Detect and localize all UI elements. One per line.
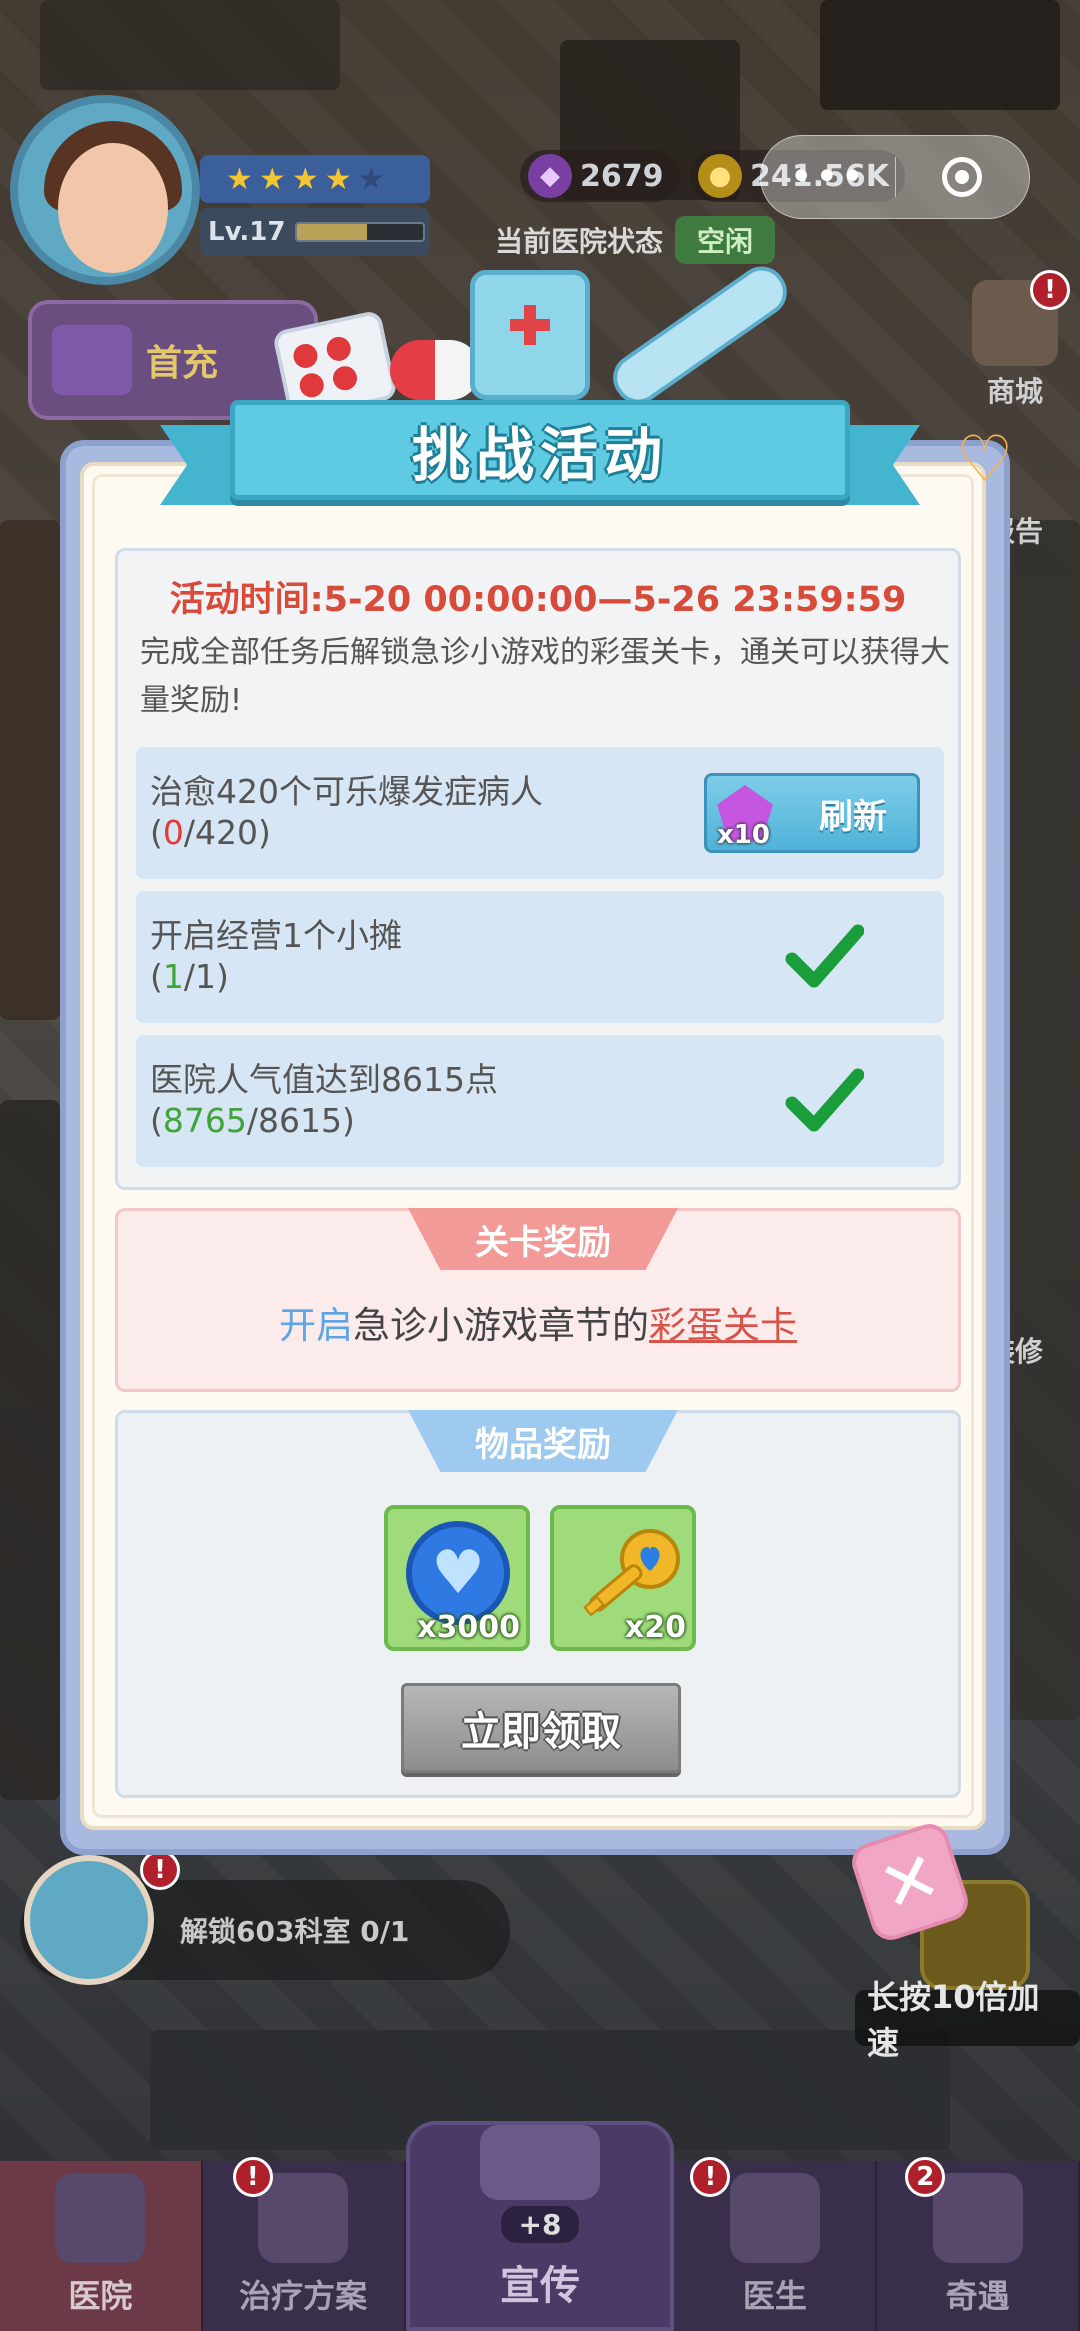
task-row: 治愈420个可乐爆发症病人 (0/420) x10 刷新: [136, 747, 944, 879]
gem-amount: 2679: [580, 158, 664, 194]
nav-treatment-label: 治疗方案: [239, 2277, 368, 2315]
level-progress-bar: [295, 222, 426, 242]
event-time: 活动时间:5-20 00:00:00—5-26 23:59:59: [169, 580, 907, 620]
level-bar: Lv.17: [200, 208, 430, 256]
speed-up-tip: 长按10倍加速: [855, 1978, 1080, 2062]
shop-label: 商城: [986, 375, 1043, 408]
heart-icon: ♡: [956, 423, 1014, 497]
alert-badge-icon: !: [690, 2157, 731, 2197]
easter-egg-stage-link[interactable]: 彩蛋关卡: [649, 1304, 797, 1347]
checkmark-icon: [785, 1068, 864, 1132]
more-options-button[interactable]: •••: [761, 154, 895, 200]
shop-button[interactable]: 商城 !: [960, 270, 1070, 410]
close-miniprogram-button[interactable]: [896, 157, 1030, 197]
target-icon: [942, 157, 983, 197]
star-rating: ★ ★ ★ ★ ★: [200, 155, 430, 203]
reward-item[interactable]: x20: [550, 1505, 696, 1651]
task-progress: (1/1): [150, 957, 229, 996]
building-icon: [932, 2173, 1023, 2263]
doctor-icon: [729, 2173, 820, 2263]
status-badge: 空闲: [675, 216, 776, 264]
reward-qty: x3000: [417, 1610, 520, 1645]
refresh-label: 刷新: [819, 796, 887, 837]
capsule-icon: [390, 340, 480, 400]
star-icon: ★: [258, 161, 286, 197]
syringe-icon: [603, 257, 797, 413]
star-icon: ★: [226, 161, 253, 197]
nav-hospital-label: 医院: [68, 2277, 133, 2315]
title-ribbon: 挑战活动: [230, 400, 850, 500]
nav-promotion[interactable]: +8 宣传: [405, 2121, 675, 2331]
item-reward-title: 物品奖励: [408, 1410, 678, 1472]
hospital-status: 当前医院状态 空闲: [495, 215, 776, 265]
count-badge: 2: [905, 2157, 946, 2197]
coin-icon: ●: [698, 154, 742, 198]
star-icon: ★: [291, 161, 319, 197]
alert-badge-icon: !: [1030, 270, 1070, 310]
claim-now-button[interactable]: 立即领取: [401, 1683, 681, 1773]
gem-counter[interactable]: ◆ 2679: [520, 150, 680, 202]
star-half-icon: ★: [324, 161, 352, 197]
unlock-task-text: 解锁603科室 0/1: [180, 1915, 410, 1948]
stage-reward-text: 开启急诊小游戏章节的彩蛋关卡: [279, 1304, 797, 1347]
hospital-status-label: 当前医院状态: [495, 225, 664, 258]
nurse-avatar: [24, 1855, 154, 1985]
nav-doctor-label: 医生: [742, 2277, 807, 2315]
task-title: 医院人气值达到8615点: [150, 1060, 498, 1099]
stage-reward-title: 关卡奖励: [408, 1208, 678, 1270]
nav-hospital[interactable]: 医院: [0, 2161, 203, 2331]
reward-qty: x20: [624, 1610, 686, 1645]
refresh-cost: x10: [717, 820, 770, 850]
refresh-button[interactable]: x10 刷新: [704, 773, 920, 853]
item-reward-panel: 物品奖励 x3000 x20 立即领取: [115, 1410, 961, 1798]
miniprogram-capsule: •••: [760, 135, 1030, 219]
nav-adventure[interactable]: 2 奇遇: [877, 2157, 1080, 2331]
event-description: 完成全部任务后解锁急诊小游戏的彩蛋关卡，通关可以获得大量奖励!: [140, 635, 950, 718]
task-progress: (0/420): [150, 813, 271, 852]
task-title: 开启经营1个小摊: [150, 916, 402, 955]
alert-badge-icon: !: [232, 2157, 273, 2197]
task-panel: 活动时间:5-20 00:00:00—5-26 23:59:59 完成全部任务后…: [115, 548, 961, 1190]
hospital-icon: [55, 2173, 146, 2263]
checkmark-icon: [785, 924, 864, 988]
promotion-plus: +8: [500, 2206, 580, 2243]
star-empty-icon: ★: [357, 161, 385, 197]
gift-box-icon: [52, 325, 132, 395]
nav-doctor[interactable]: ! 医生: [674, 2157, 878, 2331]
alert-badge-icon: !: [140, 1850, 180, 1890]
dialog-title: 挑战活动: [411, 421, 668, 489]
unlock-task-pill[interactable]: 解锁603科室 0/1 !: [20, 1850, 510, 1985]
stage-reward-panel: 关卡奖励 开启急诊小游戏章节的彩蛋关卡: [115, 1208, 961, 1392]
medical-kit-icon: [258, 2173, 349, 2263]
task-row: 开启经营1个小摊 (1/1): [136, 891, 944, 1023]
nav-promotion-label: 宣传: [499, 2263, 580, 2309]
first-aid-kit-icon: [470, 270, 590, 400]
task-progress: (8765/8615): [150, 1101, 355, 1140]
nav-adventure-label: 奇遇: [945, 2277, 1010, 2315]
player-avatar[interactable]: [10, 95, 200, 285]
mascot-icon: [479, 2125, 600, 2200]
level-label: Lv.17: [208, 217, 286, 247]
reward-item[interactable]: x3000: [384, 1505, 530, 1651]
nav-treatment[interactable]: ! 治疗方案: [203, 2157, 406, 2331]
medical-items-decoration: [270, 257, 797, 421]
task-row: 医院人气值达到8615点 (8765/8615): [136, 1035, 944, 1167]
bottom-navigation: 医院 ! 治疗方案 +8 宣传 ! 医生 2 奇遇: [0, 2121, 1080, 2331]
task-title: 治愈420个可乐爆发症病人: [150, 772, 543, 811]
first-charge-label: 首充: [146, 343, 219, 384]
gem-icon: ◆: [528, 154, 572, 198]
